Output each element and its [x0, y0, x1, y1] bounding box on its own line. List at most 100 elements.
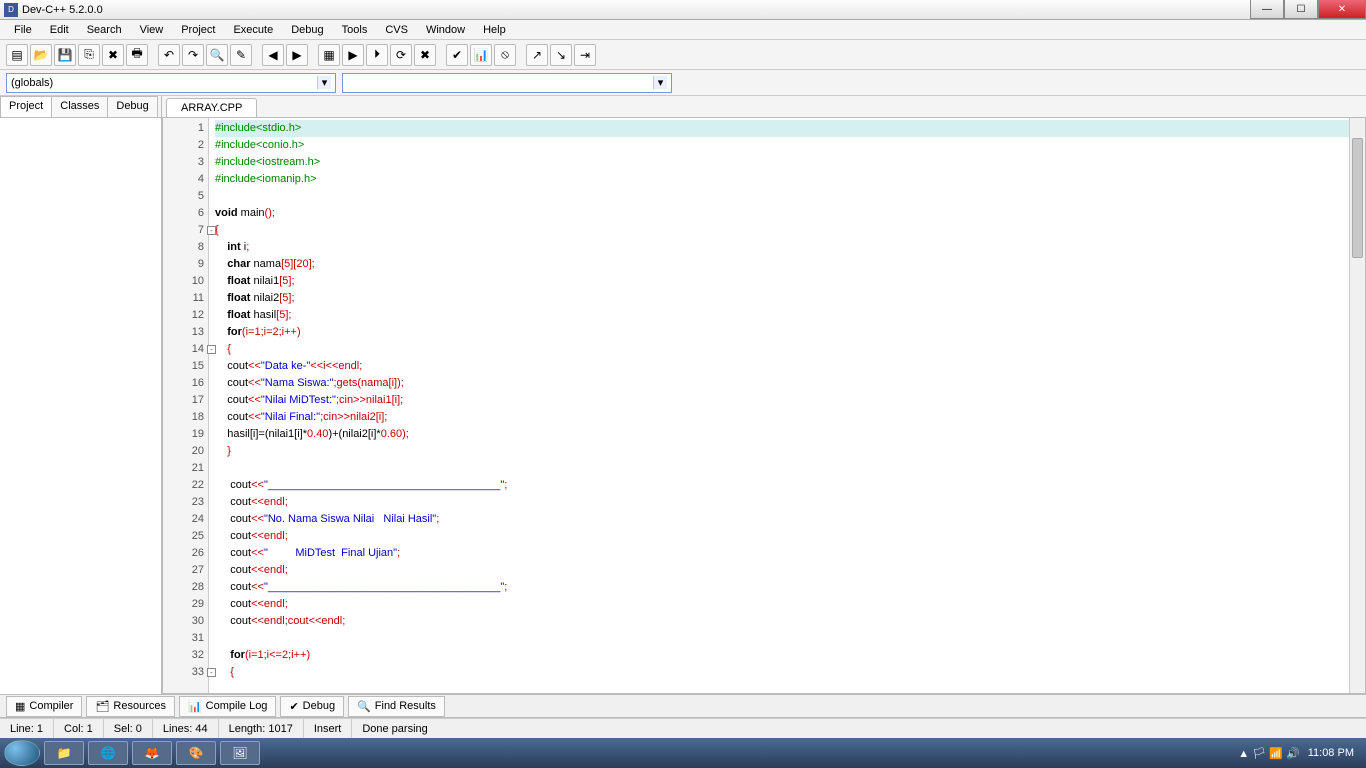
forward-icon[interactable]: ▶	[286, 44, 308, 66]
code-line[interactable]: }	[215, 443, 1359, 460]
menu-search[interactable]: Search	[79, 22, 130, 38]
code-line[interactable]: cout<<endl;	[215, 494, 1359, 511]
menu-help[interactable]: Help	[475, 22, 514, 38]
find-icon[interactable]: 🔍	[206, 44, 228, 66]
bottom-tab-find-results[interactable]: 🔍Find Results	[348, 696, 445, 717]
replace-icon[interactable]: ✎	[230, 44, 252, 66]
start-button[interactable]	[4, 740, 40, 766]
goto2-icon[interactable]: ↘	[550, 44, 572, 66]
open-file-icon[interactable]: 📂	[30, 44, 52, 66]
stop-icon[interactable]: ⦸	[494, 44, 516, 66]
check-icon[interactable]: ✔	[446, 44, 468, 66]
menu-tools[interactable]: Tools	[334, 22, 376, 38]
undo-icon[interactable]: ↶	[158, 44, 180, 66]
taskbar-item[interactable]: 📁	[44, 741, 84, 765]
menu-window[interactable]: Window	[418, 22, 473, 38]
code-line[interactable]: cout<<"Nilai MiDTest:";cin>>nilai1[i];	[215, 392, 1359, 409]
code-line[interactable]: cout<<endl;cout<<endl;	[215, 613, 1359, 630]
code-line[interactable]: cout<<"Nilai Final:";cin>>nilai2[i];	[215, 409, 1359, 426]
bottom-tab-compile-log[interactable]: 📊Compile Log	[179, 696, 276, 717]
vertical-scrollbar[interactable]	[1349, 118, 1365, 693]
clock[interactable]: 11:08 PM	[1308, 747, 1354, 759]
profile-icon[interactable]: 📊	[470, 44, 492, 66]
code-line[interactable]: float nilai2[5];	[215, 290, 1359, 307]
fold-icon[interactable]: -	[207, 345, 216, 354]
code-line[interactable]: cout<<endl;	[215, 562, 1359, 579]
tray-icon[interactable]: ▲	[1238, 748, 1252, 760]
code-line[interactable]: float nilai1[5];	[215, 273, 1359, 290]
code-line[interactable]: cout<<"_________________________________…	[215, 477, 1359, 494]
code-line[interactable]: cout<<"No. Nama Siswa Nilai Nilai Hasil"…	[215, 511, 1359, 528]
fold-icon[interactable]: -	[207, 668, 216, 677]
code-line[interactable]: for(i=1;i<=2;i++)	[215, 647, 1359, 664]
close-icon[interactable]: ✖	[102, 44, 124, 66]
code-line[interactable]	[215, 460, 1359, 477]
code-line[interactable]: cout<<"_________________________________…	[215, 579, 1359, 596]
code-line[interactable]: float hasil[5];	[215, 307, 1359, 324]
menu-project[interactable]: Project	[173, 22, 223, 38]
tray-icon[interactable]: 🔊	[1286, 748, 1300, 760]
side-tab-classes[interactable]: Classes	[51, 96, 108, 117]
taskbar-item[interactable]: 🦊	[132, 741, 172, 765]
new-file-icon[interactable]: ▤	[6, 44, 28, 66]
side-panel-body[interactable]	[0, 118, 161, 694]
save-all-icon[interactable]: ⎘	[78, 44, 100, 66]
tray-icon[interactable]: 📶	[1269, 748, 1286, 760]
taskbar-item[interactable]: 🎨	[176, 741, 216, 765]
taskbar-item[interactable]: 🖼	[220, 741, 260, 765]
menu-file[interactable]: File	[6, 22, 40, 38]
code-line[interactable]: for(i=1;i=2;i++)	[215, 324, 1359, 341]
taskbar-item[interactable]: 🌐	[88, 741, 128, 765]
maximize-button[interactable]: ☐	[1284, 0, 1318, 19]
goto1-icon[interactable]: ↗	[526, 44, 548, 66]
menu-view[interactable]: View	[132, 22, 172, 38]
code-line[interactable]: int i;	[215, 239, 1359, 256]
tray-icon[interactable]: 🏳	[1252, 748, 1269, 760]
menu-cvs[interactable]: CVS	[377, 22, 416, 38]
code-area[interactable]: #include<stdio.h>#include<conio.h>#inclu…	[209, 118, 1365, 693]
code-line[interactable]: #include<iostream.h>	[215, 154, 1359, 171]
goto3-icon[interactable]: ⇥	[574, 44, 596, 66]
compile-run-icon[interactable]: ⏵	[366, 44, 388, 66]
rebuild-icon[interactable]: ⟳	[390, 44, 412, 66]
menu-debug[interactable]: Debug	[283, 22, 331, 38]
bottom-tab-debug[interactable]: ✔Debug	[280, 696, 344, 717]
save-icon[interactable]: 💾	[54, 44, 76, 66]
scope-combo[interactable]: (globals)▾	[6, 73, 336, 93]
back-icon[interactable]: ◀	[262, 44, 284, 66]
bottom-tab-compiler[interactable]: ▦Compiler	[6, 696, 82, 717]
code-line[interactable]: {	[215, 341, 1359, 358]
member-combo[interactable]: ▾	[342, 73, 672, 93]
scrollbar-thumb[interactable]	[1352, 138, 1363, 258]
code-line[interactable]: cout<<" MiDTest Final Ujian";	[215, 545, 1359, 562]
redo-icon[interactable]: ↷	[182, 44, 204, 66]
code-line[interactable]: cout<<endl;	[215, 596, 1359, 613]
compile-icon[interactable]: ▦	[318, 44, 340, 66]
print-icon[interactable]: 🖶	[126, 44, 148, 66]
code-line[interactable]: char nama[5][20];	[215, 256, 1359, 273]
code-line[interactable]: cout<<"Data ke-"<<i<<endl;	[215, 358, 1359, 375]
code-line[interactable]: {	[215, 664, 1359, 681]
code-line[interactable]: #include<conio.h>	[215, 137, 1359, 154]
code-line[interactable]: cout<<endl;	[215, 528, 1359, 545]
code-line[interactable]: #include<iomanip.h>	[215, 171, 1359, 188]
menu-edit[interactable]: Edit	[42, 22, 77, 38]
code-editor[interactable]: 1234567-891011121314-1516171819202122232…	[162, 118, 1366, 694]
bottom-tab-resources[interactable]: 🗂Resources	[86, 696, 175, 717]
code-line[interactable]: {	[215, 222, 1359, 239]
code-line[interactable]	[215, 630, 1359, 647]
code-line[interactable]: #include<stdio.h>	[215, 120, 1359, 137]
side-tab-project[interactable]: Project	[0, 96, 52, 117]
minimize-button[interactable]: —	[1250, 0, 1284, 19]
run-icon[interactable]: ▶	[342, 44, 364, 66]
code-line[interactable]: void main();	[215, 205, 1359, 222]
code-line[interactable]: hasil[i]=(nilai1[i]*0.40)+(nilai2[i]*0.6…	[215, 426, 1359, 443]
code-line[interactable]: cout<<"Nama Siswa:";gets(nama[i]);	[215, 375, 1359, 392]
editor-tab[interactable]: ARRAY.CPP	[166, 98, 257, 117]
menu-execute[interactable]: Execute	[225, 22, 281, 38]
side-tab-debug[interactable]: Debug	[107, 96, 157, 117]
fold-icon[interactable]: -	[207, 226, 216, 235]
debug-btn-icon[interactable]: ✖	[414, 44, 436, 66]
close-button[interactable]: ✕	[1318, 0, 1366, 19]
code-line[interactable]	[215, 188, 1359, 205]
